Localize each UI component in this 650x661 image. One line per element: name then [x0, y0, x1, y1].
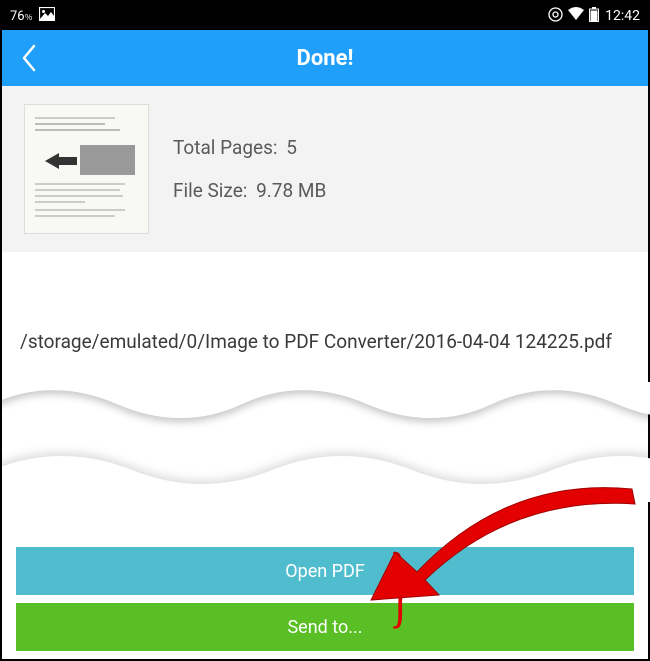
chevron-left-icon — [20, 43, 40, 73]
page-title: Done! — [2, 46, 648, 71]
file-path: /storage/emulated/0/Image to PDF Convert… — [2, 252, 648, 353]
battery-icon — [589, 7, 599, 26]
status-left: 76％ — [10, 7, 55, 25]
total-pages-value: 5 — [286, 136, 297, 159]
file-size-label: File Size: — [173, 179, 247, 202]
sync-icon — [548, 7, 563, 26]
thumbnail-preview-icon — [25, 105, 148, 233]
pdf-thumbnail[interactable] — [24, 104, 149, 234]
info-panel: Total Pages: 5 File Size: 9.78 MB — [2, 86, 648, 252]
status-right: 12:42 — [548, 7, 640, 26]
action-buttons: Open PDF Send to... — [16, 547, 634, 651]
picture-icon — [39, 7, 55, 25]
wifi-icon — [567, 7, 585, 25]
total-pages-row: Total Pages: 5 — [173, 136, 326, 159]
battery-percent-text: 76％ — [10, 9, 33, 24]
send-to-button[interactable]: Send to... — [16, 603, 634, 651]
torn-separator-icon — [2, 382, 648, 502]
app-header: Done! — [2, 30, 648, 86]
status-bar: 76％ 12:42 — [2, 2, 648, 30]
file-size-row: File Size: 9.78 MB — [173, 179, 326, 202]
file-info: Total Pages: 5 File Size: 9.78 MB — [173, 136, 326, 202]
total-pages-label: Total Pages: — [173, 136, 278, 159]
open-pdf-button[interactable]: Open PDF — [16, 547, 634, 595]
back-button[interactable] — [2, 30, 58, 86]
status-time: 12:42 — [605, 8, 640, 24]
file-size-value: 9.78 MB — [256, 179, 326, 202]
